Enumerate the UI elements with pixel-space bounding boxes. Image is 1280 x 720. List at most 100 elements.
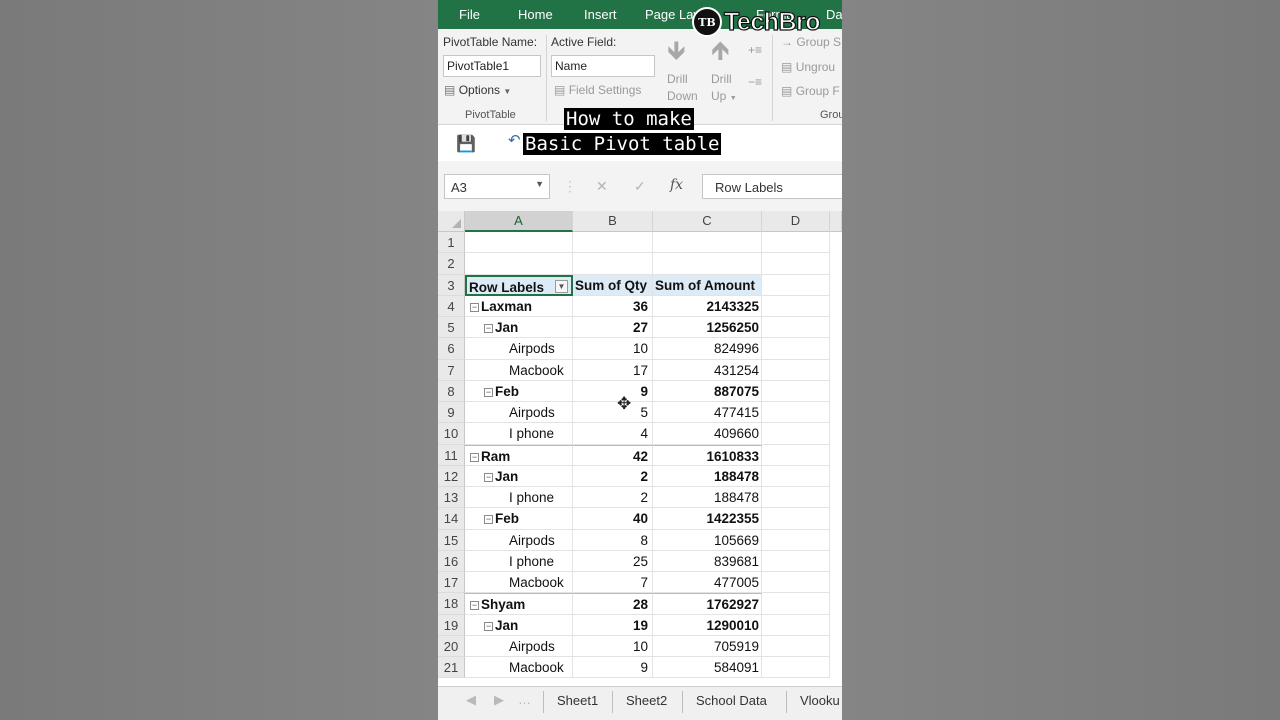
cell-sum-qty[interactable]: 8 <box>573 529 653 551</box>
cell-sum-amount[interactable]: 1610833 <box>653 444 762 466</box>
cell-sum-qty[interactable]: 10 <box>573 338 653 360</box>
cell-sum-qty[interactable]: 5 <box>573 402 653 424</box>
cell-sum-amount[interactable]: 477415 <box>653 402 762 424</box>
cell-sum-amount[interactable]: 824996 <box>653 338 762 360</box>
cell-empty[interactable] <box>762 635 830 657</box>
cell-row-label[interactable]: I phone <box>465 550 573 572</box>
cell-empty[interactable] <box>762 614 830 636</box>
cell-row-label[interactable]: − Ram <box>465 444 573 466</box>
cell-row-label[interactable]: Airpods <box>465 338 573 360</box>
cell-sum-qty[interactable]: 25 <box>573 550 653 572</box>
cell-row-label[interactable] <box>465 253 573 275</box>
row-number[interactable]: 8 <box>438 380 465 402</box>
cell-row-label[interactable]: I phone <box>465 487 573 509</box>
cell-empty[interactable] <box>762 274 830 296</box>
cell-sum-qty[interactable]: 36 <box>573 295 653 317</box>
cell-row-label[interactable]: Macbook <box>465 657 573 679</box>
cell-sum-qty[interactable]: Sum of Qty <box>573 274 653 296</box>
row-number[interactable]: 6 <box>438 338 465 360</box>
cell-sum-amount[interactable]: 477005 <box>653 572 762 594</box>
row-number[interactable]: 4 <box>438 295 465 317</box>
cell-sum-qty[interactable]: 42 <box>573 444 653 466</box>
cell-row-label[interactable]: − Feb <box>465 508 573 530</box>
cell-sum-amount[interactable]: 2143325 <box>653 295 762 317</box>
cell-row-label[interactable]: − Jan <box>465 317 573 339</box>
cell-empty[interactable] <box>762 593 830 615</box>
row-number[interactable]: 17 <box>438 572 465 594</box>
cell-sum-amount[interactable]: 887075 <box>653 380 762 402</box>
cell-empty[interactable] <box>762 487 830 509</box>
field-settings-button[interactable]: ▤ Field Settings <box>554 83 641 97</box>
cell-empty[interactable] <box>762 444 830 466</box>
cell-empty[interactable] <box>762 232 830 254</box>
cell-sum-amount[interactable]: 1762927 <box>653 593 762 615</box>
row-number[interactable]: 14 <box>438 508 465 530</box>
cell-row-label[interactable]: − Laxman <box>465 295 573 317</box>
cell-empty[interactable] <box>762 402 830 424</box>
cell-row-label[interactable]: − Shyam <box>465 593 573 615</box>
cell-sum-qty[interactable]: 28 <box>573 593 653 615</box>
collapse-toggle-icon[interactable]: − <box>484 472 493 482</box>
cell-row-label[interactable]: Row Labels ▼ <box>465 274 573 296</box>
cell-row-label[interactable]: I phone <box>465 423 573 445</box>
more-sheets-icon[interactable]: … <box>518 692 531 707</box>
cell-sum-amount[interactable]: 584091 <box>653 657 762 679</box>
cell-empty[interactable] <box>762 529 830 551</box>
cell-sum-qty[interactable]: 27 <box>573 317 653 339</box>
select-all-corner[interactable] <box>438 211 465 232</box>
cell-sum-amount[interactable]: 409660 <box>653 423 762 445</box>
cell-sum-amount[interactable]: 105669 <box>653 529 762 551</box>
collapse-toggle-icon[interactable]: − <box>470 452 479 462</box>
row-number[interactable]: 15 <box>438 529 465 551</box>
cell-empty[interactable] <box>762 317 830 339</box>
row-number[interactable]: 9 <box>438 402 465 424</box>
cell-sum-amount[interactable]: 188478 <box>653 465 762 487</box>
cell-empty[interactable] <box>762 465 830 487</box>
cell-sum-qty[interactable]: 2 <box>573 487 653 509</box>
active-field-input[interactable]: Name <box>551 55 655 77</box>
cell-sum-qty[interactable]: 2 <box>573 465 653 487</box>
row-number[interactable]: 19 <box>438 614 465 636</box>
collapse-toggle-icon[interactable]: − <box>484 515 493 525</box>
cell-empty[interactable] <box>762 423 830 445</box>
row-number[interactable]: 10 <box>438 423 465 445</box>
row-number[interactable]: 12 <box>438 465 465 487</box>
group-field-button[interactable]: ▤ Group F <box>781 84 840 98</box>
collapse-toggle-icon[interactable]: − <box>484 324 493 333</box>
cell-sum-amount[interactable]: 705919 <box>653 635 762 657</box>
row-number[interactable]: 20 <box>438 635 465 657</box>
cell-sum-qty[interactable]: 4 <box>573 423 653 445</box>
cell-sum-amount[interactable]: Sum of Amount <box>653 274 762 296</box>
column-header-d[interactable]: D <box>762 211 830 232</box>
cell-sum-qty[interactable]: 9 <box>573 380 653 402</box>
cell-sum-qty[interactable]: 17 <box>573 359 653 381</box>
tab-insert[interactable]: Insert <box>584 7 617 22</box>
row-number[interactable]: 18 <box>438 593 465 615</box>
cell-sum-amount[interactable]: 1256250 <box>653 317 762 339</box>
collapse-toggle-icon[interactable]: − <box>484 621 493 631</box>
cell-row-label[interactable]: Airpods <box>465 529 573 551</box>
name-box[interactable]: A3 ▼ <box>444 174 550 199</box>
cell-sum-amount[interactable]: 1290010 <box>653 614 762 636</box>
cell-sum-amount[interactable]: 839681 <box>653 550 762 572</box>
cell-empty[interactable] <box>762 572 830 594</box>
cell-empty[interactable] <box>762 508 830 530</box>
cell-row-label[interactable]: Airpods <box>465 402 573 424</box>
cell-sum-amount[interactable]: 188478 <box>653 487 762 509</box>
row-number[interactable]: 7 <box>438 359 465 381</box>
cell-sum-qty[interactable] <box>573 253 653 275</box>
sheet-tab-sheet1[interactable]: Sheet1 <box>557 693 598 708</box>
enter-icon[interactable]: ✓ <box>634 178 646 195</box>
tab-home[interactable]: Home <box>518 7 553 22</box>
cell-empty[interactable] <box>762 338 830 360</box>
sheet-tab-school-data[interactable]: School Data <box>696 693 767 708</box>
collapse-toggle-icon[interactable]: − <box>470 302 479 312</box>
cell-sum-qty[interactable]: 10 <box>573 635 653 657</box>
cell-sum-qty[interactable]: 7 <box>573 572 653 594</box>
row-number[interactable]: 2 <box>438 253 465 275</box>
row-number[interactable]: 16 <box>438 550 465 572</box>
row-number[interactable]: 5 <box>438 317 465 339</box>
insert-function-icon[interactable]: fx <box>670 177 683 193</box>
cell-sum-qty[interactable]: 19 <box>573 614 653 636</box>
save-icon[interactable]: 💾 <box>456 134 476 154</box>
